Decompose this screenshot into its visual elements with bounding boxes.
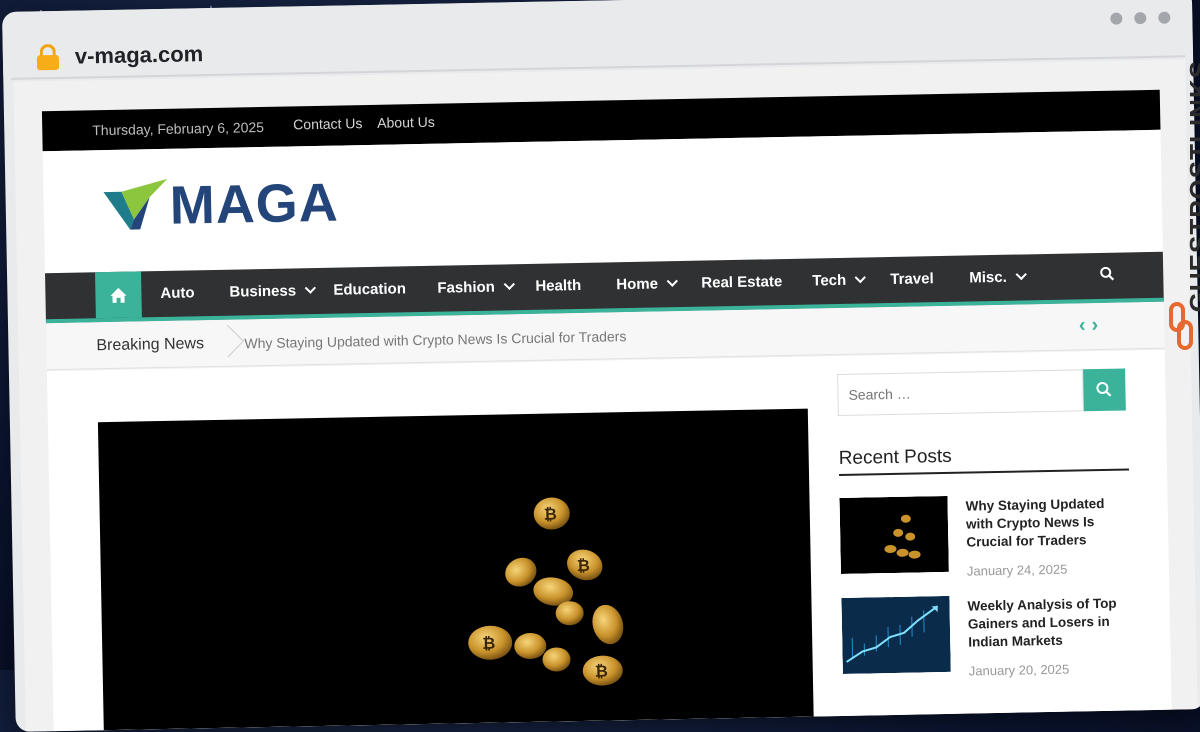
chevron-down-icon	[1015, 269, 1026, 280]
svg-text:₿: ₿	[544, 504, 557, 523]
svg-text:₿: ₿	[577, 556, 590, 575]
window-dot-icon[interactable]	[1158, 12, 1170, 24]
window-dot-icon[interactable]	[1134, 12, 1146, 24]
nav-item-business[interactable]: Business	[229, 282, 314, 301]
chevron-right-icon[interactable]: ›	[1091, 314, 1104, 336]
home-button[interactable]	[95, 271, 142, 318]
svg-text:₿: ₿	[482, 634, 495, 653]
ticker-controls: ‹›	[1079, 314, 1105, 337]
contact-us-link[interactable]: Contact Us	[293, 115, 363, 132]
logo-text: MAGA	[169, 172, 339, 237]
watermark-text: GUESTPOSTLINKS	[1184, 60, 1200, 312]
nav-search-button[interactable]	[1099, 266, 1115, 287]
svg-text:₿: ₿	[595, 661, 608, 680]
home-icon	[95, 271, 142, 318]
sidebar-search	[837, 369, 1084, 416]
breaking-news-headline[interactable]: Why Staying Updated with Crypto News Is …	[244, 328, 626, 351]
main-content: ₿ ₿ ₿ ₿ Recent Posts	[47, 350, 1172, 732]
url-text[interactable]: v-maga.com	[75, 41, 204, 69]
nav-item-real-estate[interactable]: Real Estate	[701, 273, 782, 292]
recent-post-item[interactable]: Weekly Analysis of Top Gainers and Loser…	[841, 592, 1131, 598]
chevron-left-icon[interactable]: ‹	[1079, 314, 1092, 336]
nav-item-education[interactable]: Education	[333, 280, 406, 298]
site-logo[interactable]: MAGA	[103, 175, 374, 240]
search-button[interactable]	[1083, 369, 1126, 412]
chain-link-icon	[1168, 300, 1194, 352]
recent-post-item[interactable]: Why Staying Updated with Crypto News Is …	[839, 492, 1129, 498]
window-dot-icon[interactable]	[1110, 12, 1122, 24]
browser-window: v-maga.com Thursday, February 6, 2025 Co…	[2, 0, 1200, 732]
chevron-down-icon	[666, 276, 677, 287]
nav-item-tech[interactable]: Tech	[812, 271, 864, 289]
nav-item-auto[interactable]: Auto	[160, 284, 194, 302]
current-date: Thursday, February 6, 2025	[92, 119, 264, 138]
nav-item-health[interactable]: Health	[535, 277, 581, 295]
nav-item-travel[interactable]: Travel	[890, 270, 934, 288]
lock-icon	[37, 44, 59, 70]
breaking-news-label: Breaking News	[96, 335, 204, 355]
crypto-coins-thumbnail	[839, 496, 948, 574]
nav-item-fashion[interactable]: Fashion	[437, 278, 513, 296]
chevron-down-icon	[503, 279, 514, 290]
search-input[interactable]	[838, 370, 1083, 415]
chevron-down-icon	[855, 272, 866, 283]
post-thumbnail[interactable]	[839, 496, 948, 574]
post-date: January 20, 2025	[969, 662, 1070, 679]
recent-posts-title: Recent Posts	[839, 446, 952, 470]
post-date: January 24, 2025	[967, 562, 1068, 579]
logo-mark-icon	[103, 179, 174, 236]
stock-chart-thumbnail	[841, 596, 950, 674]
page-viewport: Thursday, February 6, 2025 Contact Us Ab…	[13, 59, 1197, 731]
divider	[839, 468, 1129, 476]
search-icon	[1099, 266, 1115, 282]
nav-item-misc[interactable]: Misc.	[969, 268, 1025, 286]
post-title[interactable]: Weekly Analysis of Top Gainers and Loser…	[967, 595, 1128, 653]
divider	[212, 325, 245, 358]
post-title[interactable]: Why Staying Updated with Crypto News Is …	[965, 495, 1126, 553]
window-controls	[1110, 12, 1170, 25]
site-header: MAGA	[43, 130, 1163, 273]
search-icon	[1083, 369, 1126, 412]
nav-item-home[interactable]: Home	[616, 275, 676, 293]
bitcoin-coins-image: ₿ ₿ ₿ ₿	[98, 409, 814, 732]
about-us-link[interactable]: About Us	[377, 114, 435, 131]
chevron-down-icon	[304, 282, 315, 293]
featured-image[interactable]: ₿ ₿ ₿ ₿	[98, 409, 814, 732]
post-thumbnail[interactable]	[841, 596, 950, 674]
